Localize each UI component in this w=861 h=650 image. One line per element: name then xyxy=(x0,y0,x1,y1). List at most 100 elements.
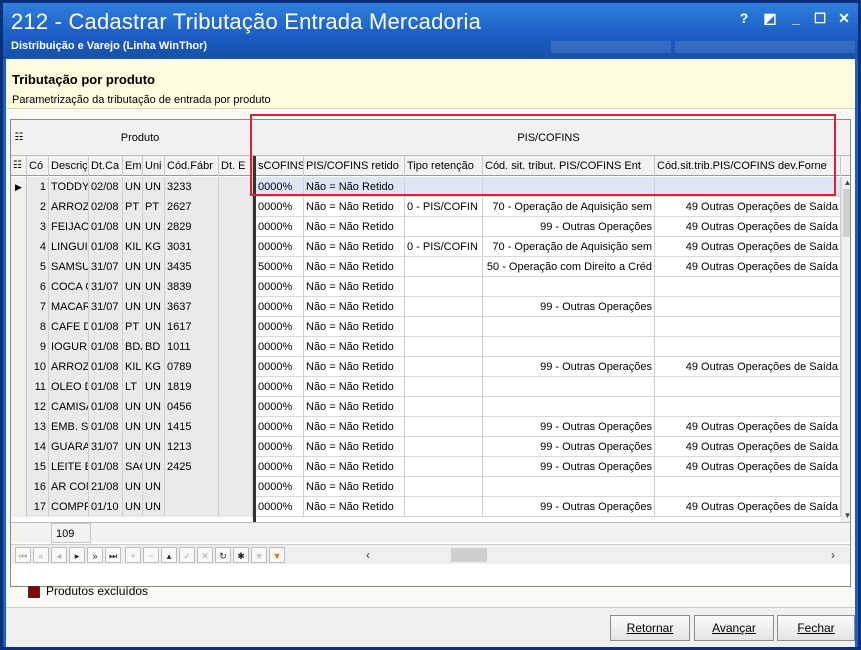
col-embalagem-cell[interactable]: SAC xyxy=(123,457,143,477)
col-dt-exclusao-cell[interactable] xyxy=(219,477,253,497)
col-tipo-retencao-cell[interactable] xyxy=(405,457,483,477)
col-cst-pis-cofins-ent-cell[interactable]: 99 - Outras Operações xyxy=(483,457,655,477)
table-row[interactable]: 14 GUARA 31/07 UN UN 1213 0000% Não = Não Retid… xyxy=(11,437,842,457)
col-descricao-cell[interactable]: ARROZ xyxy=(49,357,89,377)
col-unidade-header[interactable]: Uni xyxy=(143,156,165,176)
row-indicator[interactable] xyxy=(11,217,27,237)
col-descricao-header[interactable]: Descriç xyxy=(49,156,89,176)
col-aliq-cofins-cell[interactable]: 0000% xyxy=(256,417,304,437)
col-codigo-cell[interactable]: 17 xyxy=(27,497,49,517)
col-pis-cofins-retido-cell[interactable]: Não = Não Retido xyxy=(304,217,405,237)
col-unidade-cell[interactable]: KG xyxy=(143,237,165,257)
col-descricao-cell[interactable]: SAMSU xyxy=(49,257,89,277)
scroll-down-icon[interactable]: ▼ xyxy=(842,510,850,522)
col-descricao-cell[interactable]: OLEO D xyxy=(49,377,89,397)
row-indicator[interactable] xyxy=(11,337,27,357)
col-dt-exclusao-cell[interactable] xyxy=(219,357,253,377)
table-row[interactable]: 15LEITE E01/08SACUN2425 0000%Não = Não Re… xyxy=(11,457,842,477)
col-cst-pis-cofins-ent-cell[interactable]: 99 - Outras Operações xyxy=(483,217,655,237)
row-indicator[interactable] xyxy=(11,417,27,437)
col-embalagem-cell[interactable]: UN xyxy=(123,177,143,197)
restore-layout-icon[interactable]: ◩ xyxy=(761,9,779,27)
col-unidade-cell[interactable]: KG xyxy=(143,357,165,377)
col-descricao-cell[interactable]: COCA C xyxy=(49,277,89,297)
col-cod-fabrica-cell[interactable]: 1819 xyxy=(165,377,219,397)
col-embalagem-cell[interactable]: UN xyxy=(123,417,143,437)
col-pis-cofins-retido-cell[interactable]: Não = Não Retido xyxy=(304,497,405,517)
col-aliq-cofins-cell[interactable]: 0000% xyxy=(256,437,304,457)
col-pis-cofins-retido-cell[interactable]: Não = Não Retido xyxy=(304,457,405,477)
col-cst-pis-cofins-dev-cell[interactable]: 49 Outras Operações de Saída xyxy=(655,237,841,257)
col-cod-fabrica-cell[interactable]: 2829 xyxy=(165,217,219,237)
col-aliq-cofins-cell[interactable]: 0000% xyxy=(256,497,304,517)
current-row-icon[interactable]: ▶ xyxy=(11,177,27,197)
row-indicator[interactable] xyxy=(11,317,27,337)
col-cod-fabrica-cell[interactable]: 3435 xyxy=(165,257,219,277)
table-row[interactable]: 8 CAFE D 01/08 PT UN 1617 0000% Não = Não Retid… xyxy=(11,317,842,337)
table-row[interactable]: 12 CAMISA 01/08 UN UN 0456 0000% Não = Não Reti… xyxy=(11,397,842,417)
col-dt-cadastro-cell[interactable]: 01/08 xyxy=(89,357,123,377)
col-dt-cadastro-cell[interactable]: 31/07 xyxy=(89,297,123,317)
col-tipo-retencao-cell[interactable] xyxy=(405,477,483,497)
row-indicator[interactable] xyxy=(11,377,27,397)
col-descricao-cell[interactable]: EMB. S xyxy=(49,417,89,437)
col-codigo-cell[interactable]: 12 xyxy=(27,397,49,417)
col-pis-cofins-retido-cell[interactable]: Não = Não Retido xyxy=(304,197,405,217)
col-descricao-cell[interactable]: AR CON xyxy=(49,477,89,497)
col-embalagem-cell[interactable]: BDJ xyxy=(123,337,143,357)
col-embalagem-cell[interactable]: KIL xyxy=(123,237,143,257)
minimize-icon[interactable]: _ xyxy=(787,9,805,27)
col-dt-cadastro-cell[interactable]: 01/08 xyxy=(89,217,123,237)
col-unidade-cell[interactable]: UN xyxy=(143,297,165,317)
col-embalagem-header[interactable]: Emb xyxy=(123,156,143,176)
col-dt-cadastro-cell[interactable]: 01/08 xyxy=(89,457,123,477)
nav-insert-icon[interactable]: + xyxy=(125,547,141,563)
col-cst-pis-cofins-ent-cell[interactable] xyxy=(483,317,655,337)
col-embalagem-cell[interactable]: UN xyxy=(123,397,143,417)
col-embalagem-cell[interactable]: UN xyxy=(123,257,143,277)
vertical-scrollbar[interactable]: ▲ ▼ xyxy=(841,177,850,522)
col-embalagem-cell[interactable]: LT xyxy=(123,377,143,397)
col-cst-pis-cofins-dev-header[interactable]: Cód.sit.trib.PIS/COFINS dev.Forne xyxy=(655,156,841,176)
col-pis-cofins-retido-cell[interactable]: Não = Não Retido xyxy=(304,437,405,457)
nav-next-icon[interactable]: ▸ xyxy=(69,547,85,563)
nav-refresh-icon[interactable]: ↻ xyxy=(215,547,231,563)
col-dt-cadastro-cell[interactable]: 31/07 xyxy=(89,437,123,457)
col-cod-fabrica-header[interactable]: Cód.Fábr xyxy=(165,156,219,176)
col-cst-pis-cofins-ent-cell[interactable]: 99 - Outras Operações xyxy=(483,297,655,317)
col-codigo-cell[interactable]: 11 xyxy=(27,377,49,397)
col-dt-exclusao-cell[interactable] xyxy=(219,317,253,337)
col-descricao-cell[interactable]: TODDY xyxy=(49,177,89,197)
col-pis-cofins-retido-cell[interactable]: Não = Não Retido xyxy=(304,237,405,257)
col-embalagem-cell[interactable]: UN xyxy=(123,497,143,517)
nav-delete-icon[interactable]: − xyxy=(143,547,159,563)
col-pis-cofins-retido-header[interactable]: PIS/COFINS retido xyxy=(304,156,405,176)
col-aliq-cofins-cell[interactable]: 5000% xyxy=(256,257,304,277)
col-unidade-cell[interactable]: UN xyxy=(143,417,165,437)
col-unidade-cell[interactable]: UN xyxy=(143,437,165,457)
nav-edit-icon[interactable]: ▴ xyxy=(161,547,177,563)
col-pis-cofins-retido-cell[interactable]: Não = Não Retido xyxy=(304,277,405,297)
col-cst-pis-cofins-dev-cell[interactable]: 49 Outras Operações de Saída xyxy=(655,417,841,437)
col-dt-cadastro-cell[interactable]: 31/07 xyxy=(89,277,123,297)
col-tipo-retencao-cell[interactable] xyxy=(405,377,483,397)
col-dt-cadastro-cell[interactable]: 31/07 xyxy=(89,257,123,277)
col-unidade-cell[interactable]: UN xyxy=(143,177,165,197)
col-aliq-cofins-cell[interactable]: 0000% xyxy=(256,277,304,297)
col-codigo-cell[interactable]: 8 xyxy=(27,317,49,337)
col-dt-exclusao-cell[interactable] xyxy=(219,397,253,417)
row-indicator[interactable] xyxy=(11,237,27,257)
col-tipo-retencao-cell[interactable] xyxy=(405,337,483,357)
col-dt-exclusao-cell[interactable] xyxy=(219,437,253,457)
scroll-right-icon[interactable]: › xyxy=(826,547,840,563)
col-tipo-retencao-cell[interactable] xyxy=(405,417,483,437)
col-pis-cofins-retido-cell[interactable]: Não = Não Retido xyxy=(304,337,405,357)
col-dt-cadastro-cell[interactable]: 02/08 xyxy=(89,177,123,197)
col-unidade-cell[interactable]: BD xyxy=(143,337,165,357)
maximize-icon[interactable]: ☐ xyxy=(811,9,829,27)
nav-cancel-icon[interactable]: ✕ xyxy=(197,547,213,563)
col-cst-pis-cofins-ent-cell[interactable]: 99 - Outras Operações xyxy=(483,357,655,377)
col-cod-fabrica-cell[interactable]: 1415 xyxy=(165,417,219,437)
col-cst-pis-cofins-ent-cell[interactable] xyxy=(483,477,655,497)
col-cst-pis-cofins-ent-cell[interactable] xyxy=(483,337,655,357)
